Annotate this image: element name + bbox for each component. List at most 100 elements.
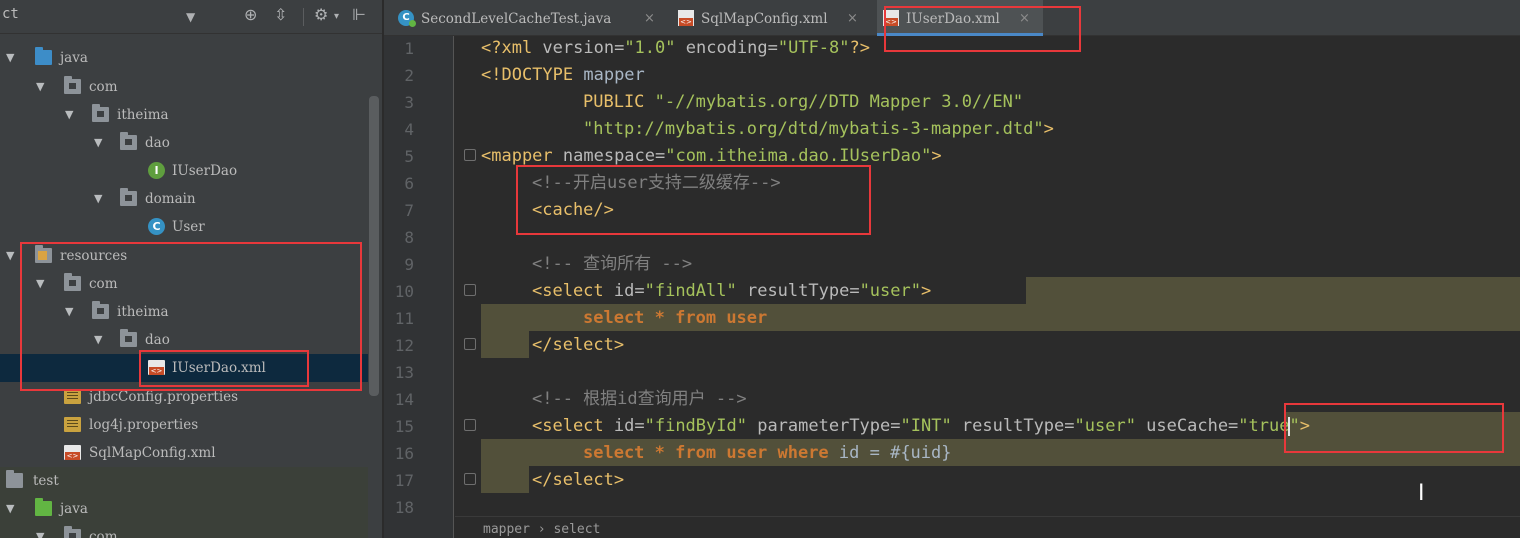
line-number[interactable]: 5 [384, 143, 414, 170]
code-line-2: <!DOCTYPE mapper [481, 65, 645, 85]
close-icon[interactable]: × [847, 0, 858, 38]
tree-item-label: SqlMapConfig.xml [89, 445, 216, 461]
tree-item-label: java [60, 501, 88, 517]
tree-item-domain[interactable]: ▼ domain [0, 185, 368, 213]
line-number[interactable]: 8 [384, 224, 414, 251]
tree-item-label: test [33, 473, 59, 489]
line-number[interactable]: 15 [384, 413, 414, 440]
properties-file-icon [64, 389, 81, 404]
code-line-9: <!-- 查询所有 --> [532, 254, 693, 274]
line-number[interactable]: 1 [384, 35, 414, 62]
hide-panel-icon[interactable]: ⊩ [352, 5, 366, 25]
expand-arrow-icon[interactable]: ▼ [94, 185, 106, 213]
expand-arrow-icon[interactable]: ▼ [94, 129, 106, 157]
project-view-selector[interactable]: ct [2, 6, 19, 22]
code-line-16: select * from user where id = #{uid} [583, 443, 952, 463]
locate-target-icon[interactable]: ⊕ [244, 5, 257, 25]
tree-item-dao[interactable]: ▼ dao [0, 129, 368, 157]
breadcrumb[interactable]: mapper › select [455, 516, 1520, 538]
line-number[interactable]: 10 [384, 278, 414, 305]
tree-item-label: domain [145, 191, 196, 207]
java-class-icon: C [398, 10, 416, 27]
folder-blue-icon [35, 47, 52, 65]
code-line-3: PUBLIC "-//mybatis.org//DTD Mapper 3.0//… [583, 92, 1024, 112]
code-line-17: </select> [532, 470, 625, 490]
xml-icon [678, 10, 694, 26]
code-line-11: select * from user [583, 308, 768, 328]
annotation-box-cache [516, 165, 871, 235]
package-icon [64, 526, 81, 538]
package-icon [120, 132, 137, 150]
folder-green-icon [35, 498, 52, 516]
line-number[interactable]: 18 [384, 494, 414, 521]
line-number[interactable]: 17 [384, 467, 414, 494]
expand-arrow-icon[interactable]: ▼ [65, 101, 77, 129]
tab-sqlmapconfig[interactable]: SqlMapConfig.xml × [670, 0, 870, 36]
gear-icon[interactable]: ⚙ [314, 5, 328, 25]
tree-item-iuserdao[interactable]: I IUserDao [0, 157, 368, 185]
xml-file-icon [64, 445, 81, 460]
annotation-box-tab [884, 6, 1081, 52]
breadcrumb-path[interactable]: mapper › select [483, 517, 600, 538]
project-scrollbar[interactable] [369, 96, 379, 396]
expand-arrow-icon[interactable]: ▼ [6, 44, 18, 72]
code-line-1: <?xml version="1.0" encoding="UTF-8"?> [481, 38, 870, 58]
tree-item-label: IUserDao [172, 163, 238, 179]
package-icon [92, 104, 109, 122]
line-number-gutter[interactable]: 1 2 3 4 5 6 7 8 9 10 11 12 13 14 15 16 17 18 [384, 35, 476, 538]
tree-item-label: itheima [117, 107, 169, 123]
tab-secondlevelcachetest[interactable]: C SecondLevelCacheTest.java × [394, 0, 664, 36]
expand-arrow-icon[interactable]: ▼ [36, 73, 48, 101]
line-number[interactable]: 12 [384, 332, 414, 359]
tree-item-label: java [60, 50, 88, 66]
code-line-12: </select> [532, 335, 625, 355]
properties-file-icon [64, 417, 81, 432]
tree-item-log4j-properties[interactable]: log4j.properties [0, 411, 368, 439]
line-number[interactable]: 11 [384, 305, 414, 332]
tree-item-test[interactable]: test [0, 467, 368, 495]
class-C-icon: C [148, 218, 165, 235]
collapse-all-icon[interactable]: ⇳ [274, 5, 287, 25]
line-number[interactable]: 7 [384, 197, 414, 224]
code-line-4: "http://mybatis.org/dtd/mybatis-3-mapper… [583, 119, 1054, 139]
line-number[interactable]: 4 [384, 116, 414, 143]
project-header: ct ▼ ⊕ ⇳ ⚙ ▾ ⊩ [0, 0, 382, 34]
expand-arrow-icon[interactable]: ▼ [6, 242, 18, 270]
header-divider [303, 8, 304, 26]
tree-item-com[interactable]: ▼ com [0, 523, 368, 538]
tree-item-itheima[interactable]: ▼ itheima [0, 101, 368, 129]
tree-item-sqlmapconfig-xml[interactable]: SqlMapConfig.xml [0, 439, 368, 467]
annotation-box-file [139, 350, 309, 387]
tree-item-user[interactable]: C User [0, 213, 368, 241]
close-icon[interactable]: × [644, 0, 655, 38]
tab-label: SqlMapConfig.xml [701, 11, 828, 27]
expand-arrow-icon[interactable]: ▼ [6, 495, 18, 523]
package-icon [120, 188, 137, 206]
annotation-box-usecache [1284, 403, 1504, 453]
tree-item-label: User [172, 219, 205, 235]
dropdown-arrow-icon[interactable]: ▼ [186, 7, 195, 27]
line-number[interactable]: 16 [384, 440, 414, 467]
tree-item-java[interactable]: ▼ java [0, 495, 368, 523]
interface-I-icon: I [148, 162, 165, 179]
expand-arrow-icon[interactable]: ▼ [36, 523, 48, 538]
gear-dropdown-icon[interactable]: ▾ [334, 7, 339, 27]
package-icon [64, 76, 81, 94]
code-line-15: <select id="findById" parameterType="INT… [532, 416, 1310, 436]
line-number[interactable]: 6 [384, 170, 414, 197]
line-number[interactable]: 9 [384, 251, 414, 278]
tree-item-label: dao [145, 135, 170, 151]
line-highlight [481, 331, 529, 358]
tree-item-com[interactable]: ▼ com [0, 73, 368, 101]
line-number[interactable]: 3 [384, 89, 414, 116]
text-cursor-icon: I [1418, 481, 1425, 506]
code-line-14: <!-- 根据id查询用户 --> [532, 389, 747, 409]
line-number[interactable]: 14 [384, 386, 414, 413]
code-line-10: <select id="findAll" resultType="user"> [532, 281, 932, 301]
line-number[interactable]: 13 [384, 359, 414, 386]
folder-gray-icon [6, 470, 23, 488]
tree-item-java[interactable]: ▼ java [0, 44, 368, 72]
line-number[interactable]: 2 [384, 62, 414, 89]
tab-label: SecondLevelCacheTest.java [421, 11, 612, 27]
tree-item-label: com [89, 79, 118, 95]
